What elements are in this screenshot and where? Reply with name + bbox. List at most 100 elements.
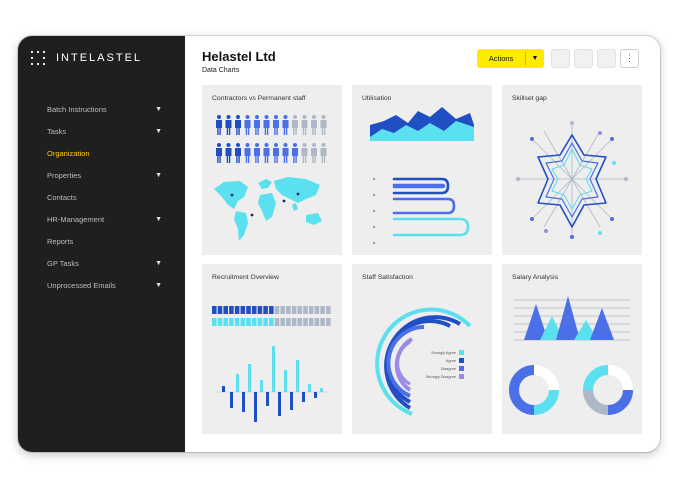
progress-pill	[251, 318, 257, 326]
donut-1-rest	[533, 365, 559, 391]
legend-label: Agree	[446, 359, 456, 363]
people-pictogram	[214, 115, 327, 241]
progress-pill	[263, 306, 268, 314]
chevron-down-icon[interactable]: ▼	[155, 172, 162, 179]
sidebar-item-contacts[interactable]: Contacts	[47, 186, 162, 208]
utilisation-graphics	[370, 107, 474, 245]
donut-2-rest	[607, 365, 633, 391]
app-window: INTELASTEL Batch Instructions ▼ Tasks ▼ Orga…	[18, 36, 660, 452]
progress-pill	[229, 306, 234, 314]
legend-label: Disagree	[441, 367, 456, 371]
person-icon	[320, 115, 327, 135]
sidebar-item-label: Contacts	[47, 192, 77, 202]
sidebar-item-hr-management[interactable]: HR-Management ▼	[47, 208, 162, 230]
legend-swatch	[459, 374, 464, 379]
progress-pill	[251, 306, 257, 314]
panel-skillset: Skillset gap	[502, 85, 642, 255]
person-icon	[235, 115, 241, 135]
person-icon	[254, 115, 260, 135]
person-icon	[292, 115, 298, 135]
chevron-down-icon[interactable]: ▼	[526, 55, 544, 62]
progress-pill	[223, 306, 228, 314]
person-icon	[216, 115, 222, 135]
salary-graphics	[509, 296, 633, 415]
progress-pill	[246, 318, 251, 326]
sidebar-item-label: Reports	[47, 236, 74, 246]
more-menu-button[interactable]: ⋮	[620, 49, 639, 68]
chevron-down-icon[interactable]: ▼	[155, 260, 162, 267]
person-icon	[273, 143, 279, 163]
progress-pill	[269, 318, 274, 326]
legend-label: Strongly Agree	[431, 351, 456, 355]
progress-pill	[303, 318, 308, 326]
progress-pill	[217, 306, 223, 314]
sidebar-item-label: HR-Management	[47, 214, 105, 224]
person-icon	[282, 143, 289, 163]
progress-pill	[314, 318, 320, 326]
person-icon	[273, 115, 279, 135]
progress-pill	[314, 306, 320, 314]
progress-pill	[212, 306, 217, 314]
legend-swatch	[459, 358, 464, 363]
progress-pill	[274, 306, 280, 314]
actions-button[interactable]: Actions ▼	[477, 49, 544, 68]
progress-pill	[234, 306, 240, 314]
progress-pill	[291, 306, 297, 314]
sidebar-item-tasks[interactable]: Tasks ▼	[47, 120, 162, 142]
satisfaction-arc-chart: Strongly Agree Agree Disagree Strongly Disa…	[375, 307, 472, 416]
person-icon	[311, 143, 317, 163]
panel-satisfaction: Staff Satisfaction Strongly Agree Agree Di…	[352, 264, 492, 434]
sidebar-item-label: Batch Instructions	[47, 104, 107, 114]
person-icon	[235, 143, 241, 163]
stacked-line-2	[392, 183, 446, 189]
progress-pill	[234, 318, 240, 326]
toolbar-button-3[interactable]	[597, 49, 616, 68]
progress-pill	[308, 306, 314, 314]
person-icon	[311, 115, 317, 135]
chart-legend: Strongly Agree Agree Disagree Strongly Disa…	[426, 350, 464, 379]
person-icon	[244, 143, 251, 163]
chevron-down-icon[interactable]: ▼	[155, 106, 162, 113]
toolbar-button-1[interactable]	[551, 49, 570, 68]
donut-2-blue	[607, 389, 633, 415]
more-vertical-icon: ⋮	[625, 53, 634, 63]
chevron-down-icon[interactable]: ▼	[155, 282, 162, 289]
panel-recruitment: Recruitment Overview	[202, 264, 342, 434]
dots-logo-icon	[30, 50, 46, 66]
progress-pill	[297, 318, 303, 326]
panel-salary: Salary Analysis	[502, 264, 642, 434]
sidebar-item-label: Unprocessed Emails	[47, 280, 116, 290]
person-icon	[263, 143, 270, 163]
sidebar-item-label: Properties	[47, 170, 82, 180]
progress-pill	[229, 318, 234, 326]
donut-2-light	[583, 365, 609, 391]
progress-pill	[280, 318, 285, 326]
chevron-down-icon[interactable]: ▼	[155, 216, 162, 223]
person-icon	[320, 143, 327, 163]
progress-pill	[286, 318, 291, 326]
sidebar-nav: Batch Instructions ▼ Tasks ▼ Organization Pro…	[47, 98, 162, 296]
progress-pill	[223, 318, 228, 326]
sidebar-item-batch-instructions[interactable]: Batch Instructions ▼	[47, 98, 162, 120]
chevron-down-icon[interactable]: ▼	[155, 128, 162, 135]
person-icon	[301, 143, 308, 163]
sidebar-item-reports[interactable]: Reports	[47, 230, 162, 252]
toolbar-button-2[interactable]	[574, 49, 593, 68]
sidebar-item-organization[interactable]: Organization	[47, 142, 162, 164]
sidebar-item-gp-tasks[interactable]: GP Tasks ▼	[47, 252, 162, 274]
sidebar-item-properties[interactable]: Properties ▼	[47, 164, 162, 186]
legend-label: Strongly Disagree	[426, 375, 456, 379]
page-subtitle: Data Charts	[202, 67, 240, 74]
progress-pill	[246, 306, 251, 314]
progress-pill	[303, 306, 308, 314]
progress-pill	[326, 306, 331, 314]
legend-swatch	[459, 350, 464, 355]
sidebar-item-label: Organization	[47, 148, 90, 158]
progress-pill	[274, 318, 280, 326]
brand-name: INTELASTEL	[56, 52, 143, 64]
sidebar-item-unprocessed-emails[interactable]: Unprocessed Emails ▼	[47, 274, 162, 296]
radar-chart	[516, 121, 628, 239]
progress-pill	[280, 306, 285, 314]
person-icon	[225, 115, 232, 135]
logo[interactable]: INTELASTEL	[30, 50, 142, 66]
